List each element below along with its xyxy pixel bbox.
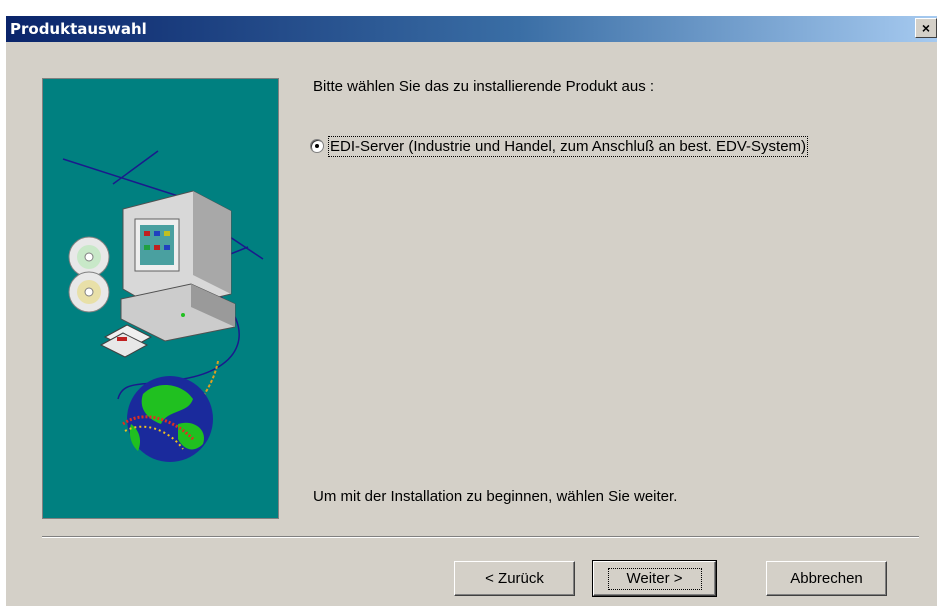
setup-dialog: Produktauswahl × Bitte wählen Sie das zu… [6, 16, 937, 606]
setup-illustration [42, 78, 279, 519]
title-bar: Produktauswahl × [6, 16, 937, 42]
separator [42, 536, 919, 538]
product-prompt: Bitte wählen Sie das zu installierende P… [313, 78, 655, 95]
next-button-label: Weiter > [607, 568, 702, 590]
back-button[interactable]: < Zurück [454, 561, 575, 596]
window-title: Produktauswahl [10, 20, 147, 38]
install-hint: Um mit der Installation zu beginnen, wäh… [313, 488, 678, 505]
product-option-label[interactable]: EDI-Server (Industrie und Handel, zum An… [328, 135, 809, 157]
next-button[interactable]: Weiter > [592, 560, 717, 597]
close-button[interactable]: × [915, 18, 937, 38]
product-option-edi-server[interactable]: EDI-Server (Industrie und Handel, zum An… [310, 135, 809, 157]
cancel-button[interactable]: Abbrechen [766, 561, 887, 596]
radio-selected-icon[interactable] [310, 139, 324, 153]
close-icon: × [921, 20, 931, 36]
computer-globe-illustration [62, 150, 264, 462]
